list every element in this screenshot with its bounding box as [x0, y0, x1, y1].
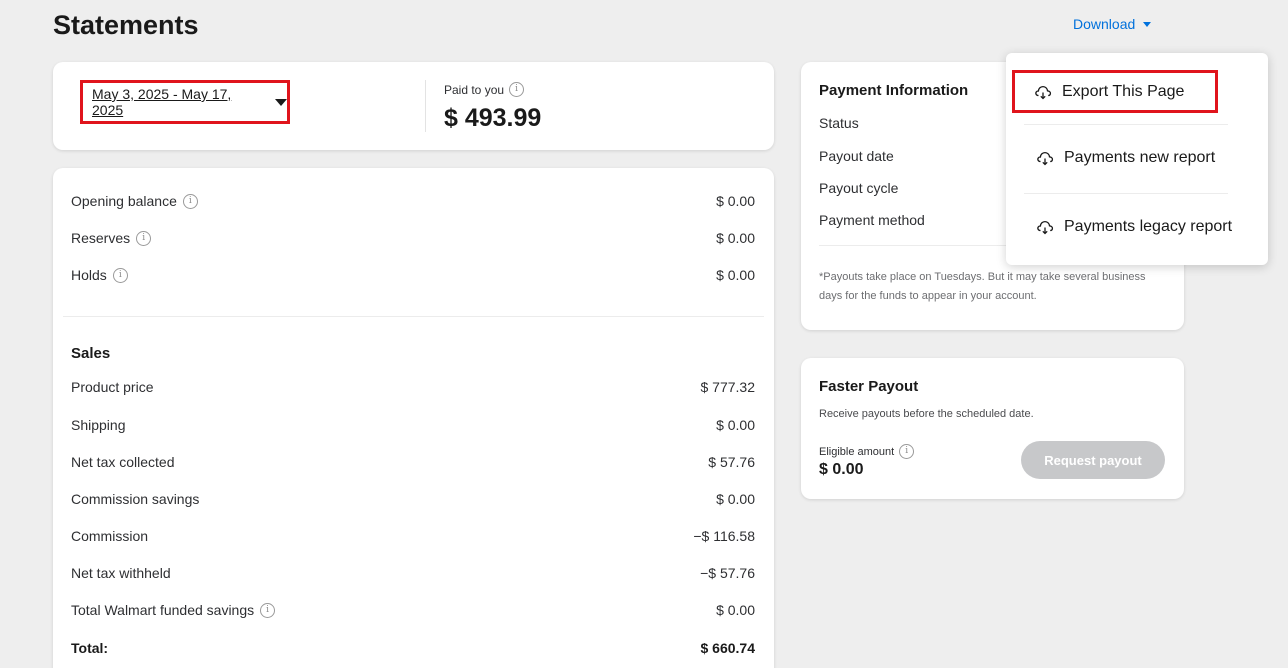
info-icon[interactable]: i — [509, 82, 525, 97]
row-label: Commission savings — [71, 491, 200, 507]
sales-row: Total Walmart funded savings i $ 0.00 — [71, 600, 755, 620]
sales-row: Shipping $ 0.00 — [71, 415, 755, 435]
payout-date-label: Payout date — [819, 148, 894, 164]
faster-payout-card: Faster Payout Receive payouts before the… — [801, 358, 1184, 499]
eligible-amount: $ 0.00 — [819, 461, 864, 478]
paid-to-you-label: Paid to you i — [444, 82, 525, 97]
balance-row: Holds i $ 0.00 — [71, 265, 755, 285]
row-label: Net tax withheld — [71, 565, 171, 581]
cloud-download-icon — [1037, 151, 1054, 166]
row-value: $ 0.00 — [716, 230, 755, 246]
paid-amount: $ 493.99 — [444, 104, 542, 132]
faster-payout-title: Faster Payout — [819, 378, 919, 395]
caret-down-icon — [275, 98, 287, 106]
request-payout-button[interactable]: Request payout — [1021, 441, 1165, 479]
total-value: $ 660.74 — [700, 640, 756, 656]
row-value: $ 777.32 — [700, 379, 756, 395]
download-dropdown-menu: Export This Page Payments new report Pay… — [1006, 53, 1268, 265]
sales-row: Net tax collected $ 57.76 — [71, 452, 755, 472]
row-value: $ 0.00 — [716, 267, 755, 283]
menu-item-label: Export This Page — [1062, 82, 1185, 100]
row-label: Total Walmart funded savings — [71, 602, 255, 618]
payout-note: *Payouts take place on Tuesdays. But it … — [819, 271, 1146, 302]
row-value: $ 57.76 — [708, 454, 755, 470]
divider — [425, 80, 426, 132]
row-value: −$ 57.76 — [700, 565, 755, 581]
cloud-download-icon — [1037, 220, 1054, 235]
eligible-label-text: Eligible amount — [819, 445, 895, 458]
row-label: Net tax collected — [71, 454, 175, 470]
menu-item-payments-legacy-report[interactable]: Payments legacy report — [1036, 218, 1232, 236]
info-icon[interactable]: i — [899, 444, 915, 459]
sales-heading: Sales — [71, 345, 111, 362]
row-label: Opening balance — [71, 193, 177, 209]
divider — [1024, 124, 1228, 125]
info-icon[interactable]: i — [136, 230, 152, 246]
row-value: $ 0.00 — [716, 602, 755, 618]
row-label: Reserves — [71, 230, 131, 246]
cloud-download-icon — [1035, 85, 1052, 99]
download-button[interactable]: Download — [1073, 16, 1152, 32]
menu-item-label: Payments new report — [1064, 149, 1216, 166]
info-icon[interactable]: i — [260, 602, 276, 618]
payment-information-title: Payment Information — [819, 82, 969, 99]
eligible-amount-label: Eligible amount i — [819, 444, 915, 459]
info-icon[interactable]: i — [182, 193, 198, 209]
sales-row: Product price $ 777.32 — [71, 377, 755, 397]
menu-item-label: Payments legacy report — [1064, 218, 1233, 235]
menu-item-payments-new-report[interactable]: Payments new report — [1036, 149, 1215, 167]
total-label: Total: — [71, 640, 109, 656]
paid-label-text: Paid to you — [444, 82, 505, 97]
payment-method-label: Payment method — [819, 212, 925, 228]
row-label: Commission — [71, 528, 149, 544]
row-label: Shipping — [71, 417, 126, 433]
balance-row: Reserves i $ 0.00 — [71, 228, 755, 248]
date-range-text: May 3, 2025 - May 17, 2025 — [92, 86, 232, 118]
total-row: Total: $ 660.74 — [71, 638, 755, 658]
statement-details-card: Opening balance i $ 0.00 Reserves i $ 0.00… — [53, 168, 774, 668]
menu-item-export-this-page[interactable]: Export This Page — [1012, 70, 1218, 113]
info-icon[interactable]: i — [112, 267, 128, 283]
payout-cycle-label: Payout cycle — [819, 180, 899, 196]
sales-row: Net tax withheld −$ 57.76 — [71, 563, 755, 583]
row-value: −$ 116.58 — [693, 528, 755, 544]
row-label: Product price — [71, 379, 154, 395]
row-label: Holds — [71, 267, 107, 283]
sales-row: Commission savings $ 0.00 — [71, 489, 755, 509]
date-range-selector[interactable]: May 3, 2025 - May 17, 2025 — [80, 80, 290, 124]
faster-payout-subtitle: Receive payouts before the scheduled dat… — [819, 408, 1034, 420]
page-title: Statements — [53, 10, 199, 40]
divider — [63, 316, 764, 317]
caret-down-icon — [1143, 21, 1152, 27]
download-label: Download — [1073, 16, 1136, 32]
balance-row: Opening balance i $ 0.00 — [71, 191, 755, 211]
row-value: $ 0.00 — [716, 417, 755, 433]
row-value: $ 0.00 — [716, 193, 755, 209]
sales-row: Commission −$ 116.58 — [71, 526, 755, 546]
status-label: Status — [819, 115, 859, 131]
summary-card: May 3, 2025 - May 17, 2025 Paid to you i… — [53, 62, 774, 150]
row-value: $ 0.00 — [716, 491, 755, 507]
divider — [1024, 193, 1228, 194]
